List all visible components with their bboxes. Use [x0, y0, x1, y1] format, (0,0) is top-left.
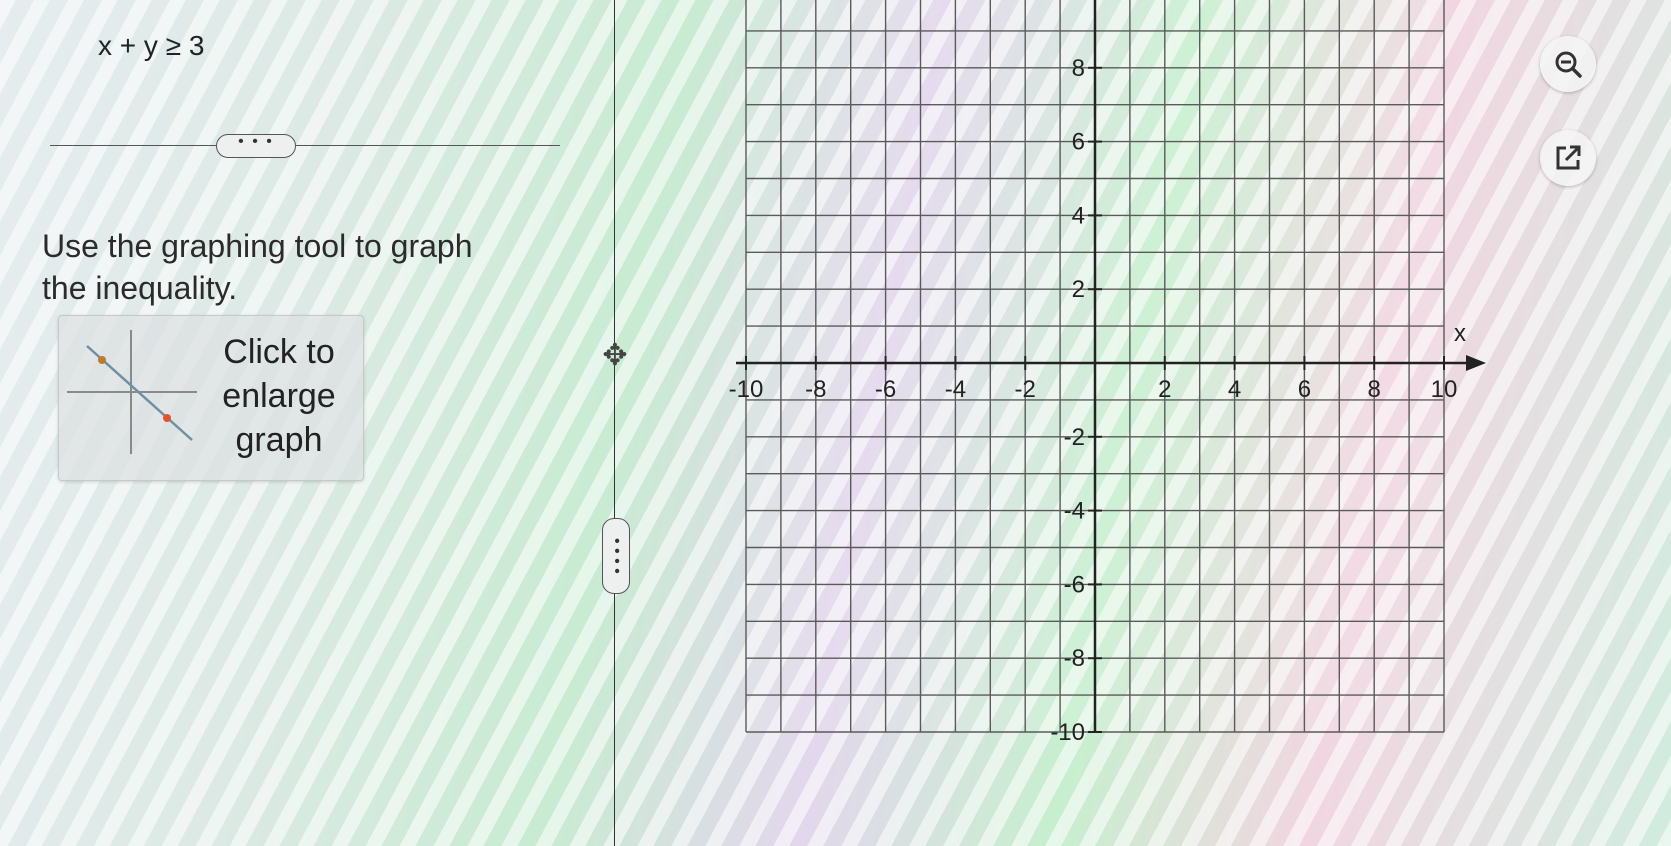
y-tick-label: 2 — [1072, 276, 1085, 303]
x-axis-label: x — [1454, 320, 1466, 347]
resize-handle[interactable]: • • • • — [602, 518, 630, 594]
coordinate-grid[interactable]: x -10 -8 -6 -4 -2 2 4 6 8 10 8 6 4 2 -2 -4 -6 -8 -10 — [700, 0, 1500, 846]
y-tick-label: -8 — [1064, 645, 1085, 672]
enlarge-graph-label: Click to enlarge graph — [209, 330, 349, 462]
x-tick-label: 8 — [1368, 376, 1381, 403]
x-tick-label: 10 — [1431, 376, 1458, 403]
external-link-icon — [1556, 145, 1581, 170]
y-tick-label: -10 — [1050, 719, 1085, 746]
x-tick-label: 4 — [1228, 376, 1241, 403]
x-tick-label: 2 — [1158, 376, 1171, 403]
y-tick-label: 8 — [1072, 55, 1085, 82]
x-tick-label: -4 — [945, 376, 966, 403]
enlarge-graph-button[interactable]: Click to enlarge graph — [58, 315, 364, 481]
y-tick-label: -4 — [1064, 498, 1085, 525]
x-tick-label: -2 — [1015, 376, 1036, 403]
popout-button[interactable] — [1540, 130, 1596, 186]
x-tick-label: -6 — [875, 376, 896, 403]
y-tick-label: -6 — [1064, 571, 1085, 598]
graph-thumbnail-icon — [67, 330, 197, 454]
enlarge-label-line2: enlarge — [222, 377, 336, 415]
y-tick-label: 6 — [1072, 129, 1085, 156]
enlarge-label-line3: graph — [235, 421, 323, 459]
vertical-divider[interactable] — [614, 0, 615, 846]
x-tick-label: 6 — [1298, 376, 1311, 403]
y-tick-label: 4 — [1072, 202, 1085, 229]
horizontal-divider — [50, 145, 560, 146]
problem-statement: x + y ≥ 3 — [98, 30, 205, 61]
zoom-out-icon — [1555, 51, 1582, 78]
y-tick-label: -2 — [1064, 424, 1085, 451]
move-icon[interactable]: ✥ — [596, 336, 634, 376]
enlarge-label-line1: Click to — [223, 333, 335, 371]
x-tick-label: -10 — [729, 376, 764, 403]
x-axis-arrow — [1466, 355, 1486, 371]
instructions-text: Use the graphing tool to graph the inequ… — [42, 228, 473, 306]
x-tick-label: -8 — [805, 376, 826, 403]
zoom-button[interactable] — [1540, 36, 1596, 92]
collapse-handle[interactable]: • • • — [216, 134, 296, 158]
